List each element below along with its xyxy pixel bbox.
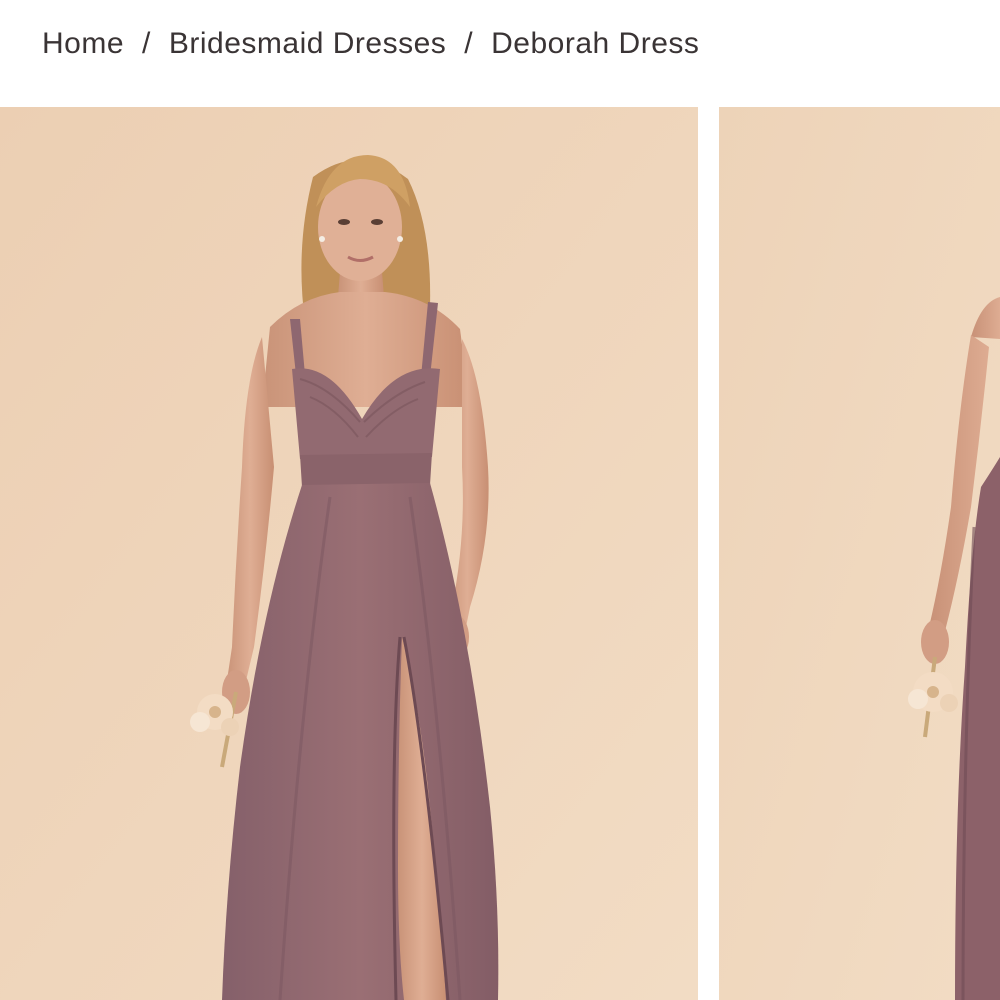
breadcrumb-home-link[interactable]: Home (42, 27, 124, 61)
breadcrumb-separator: / (464, 27, 474, 60)
product-page: Home / Bridesmaid Dresses / Deborah Dres… (0, 0, 1000, 1000)
product-image-side[interactable] (719, 107, 1000, 1000)
product-image-front[interactable] (0, 107, 698, 1000)
model-in-dress-front-illustration (0, 107, 698, 1000)
breadcrumb: Home / Bridesmaid Dresses / Deborah Dres… (42, 24, 699, 64)
breadcrumb-current-page: Deborah Dress (491, 27, 700, 60)
breadcrumb-separator: / (142, 27, 151, 60)
product-image-gallery[interactable] (0, 107, 1000, 1000)
breadcrumb-bridesmaid-dresses-link[interactable]: Bridesmaid Dresses (169, 27, 446, 61)
model-in-dress-side-illustration (719, 107, 1000, 1000)
